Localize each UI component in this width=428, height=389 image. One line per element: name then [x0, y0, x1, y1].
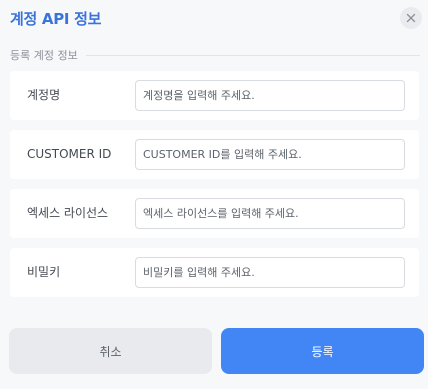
access-license-label: 엑세스 라이선스: [27, 206, 109, 220]
secret-key-input[interactable]: [135, 257, 405, 288]
dialog-title: 계정 API 정보: [10, 10, 102, 28]
close-button[interactable]: [400, 7, 422, 29]
section-heading: 등록 계정 정보: [10, 47, 420, 63]
customer-id-label: CUSTOMER ID: [27, 147, 112, 161]
account-name-label: 계정명: [27, 88, 61, 102]
register-button[interactable]: 등록: [221, 328, 424, 374]
access-license-input[interactable]: [135, 198, 405, 229]
field-row-account-name: 계정명: [10, 71, 419, 120]
account-name-input[interactable]: [135, 80, 405, 111]
dialog-footer: 취소 등록: [0, 327, 428, 389]
field-row-access-license: 엑세스 라이선스: [10, 189, 419, 238]
customer-id-input[interactable]: [135, 139, 405, 170]
close-icon: [406, 13, 416, 23]
cancel-button[interactable]: 취소: [9, 328, 212, 374]
section-heading-label: 등록 계정 정보: [10, 49, 78, 62]
account-api-dialog: 계정 API 정보 등록 계정 정보 계정명 CUSTOMER ID 엑세스 라…: [0, 0, 428, 389]
secret-key-label: 비밀키: [27, 265, 61, 279]
field-row-secret-key: 비밀키: [10, 248, 419, 297]
field-row-customer-id: CUSTOMER ID: [10, 130, 419, 179]
